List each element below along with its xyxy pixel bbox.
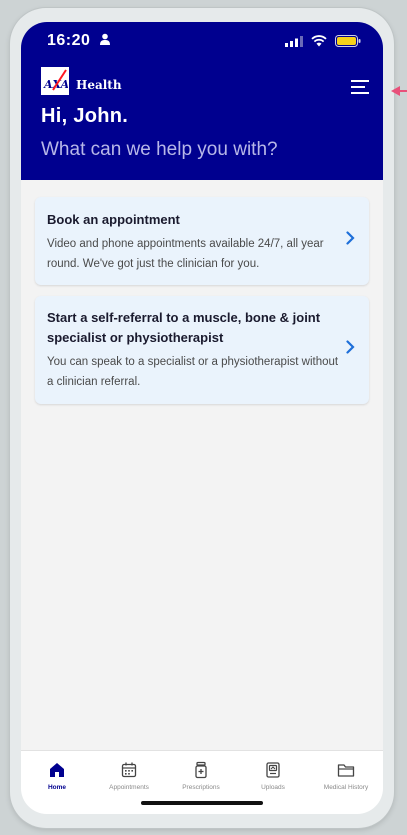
app-header: 16:20 Health Hi, John. What can we help … xyxy=(21,22,383,180)
app-screen: 16:20 Health Hi, John. What can we help … xyxy=(21,22,383,814)
brand-logo: AXA Health xyxy=(41,67,122,95)
status-time: 16:20 xyxy=(47,32,91,49)
tab-label: Appointments xyxy=(109,784,149,791)
home-indicator xyxy=(141,801,263,805)
chevron-right-icon xyxy=(346,231,355,245)
home-icon xyxy=(50,763,64,777)
calendar-icon xyxy=(121,762,137,778)
chevron-right-icon xyxy=(346,340,355,354)
greeting-subtitle: What can we help you with? xyxy=(41,139,278,160)
tab-label: Home xyxy=(47,784,67,791)
prescription-icon xyxy=(195,761,207,779)
upload-icon xyxy=(266,762,280,778)
card-title: Start a self-referral to a muscle, bone … xyxy=(47,310,321,345)
tab-medical-history[interactable]: Medical History xyxy=(309,761,383,791)
tab-label: Prescriptions xyxy=(182,784,220,791)
folder-icon xyxy=(337,764,355,777)
greeting-title: Hi, John. xyxy=(41,105,129,127)
status-bar: 16:20 xyxy=(21,22,383,62)
menu-icon xyxy=(351,80,369,82)
tab-label: Medical History xyxy=(323,784,369,791)
axa-logo: AXA xyxy=(41,67,69,95)
card-title: Book an appointment xyxy=(47,212,180,227)
menu-button[interactable] xyxy=(351,80,369,96)
wifi-icon xyxy=(311,35,327,47)
self-referral-card[interactable]: Start a self-referral to a muscle, bone … xyxy=(35,296,369,404)
tab-uploads[interactable]: Uploads xyxy=(237,761,309,791)
pointer-arrow-icon xyxy=(391,86,407,96)
book-appointment-card[interactable]: Book an appointment Video and phone appo… xyxy=(35,197,369,285)
person-icon xyxy=(100,33,110,45)
battery-icon xyxy=(335,35,361,47)
phone-frame: 16:20 Health Hi, John. What can we help … xyxy=(10,8,394,828)
status-icons xyxy=(285,35,361,47)
signal-icon xyxy=(285,35,303,47)
tab-home[interactable]: Home xyxy=(21,761,93,791)
tab-appointments[interactable]: Appointments xyxy=(93,761,165,791)
tab-prescriptions[interactable]: Prescriptions xyxy=(165,761,237,791)
brand-name: Health xyxy=(76,78,122,92)
axa-logo-mark: AXA xyxy=(43,69,68,91)
card-description: Video and phone appointments available 2… xyxy=(47,238,324,270)
tab-label: Uploads xyxy=(261,784,285,791)
card-description: You can speak to a specialist or a physi… xyxy=(47,356,339,388)
